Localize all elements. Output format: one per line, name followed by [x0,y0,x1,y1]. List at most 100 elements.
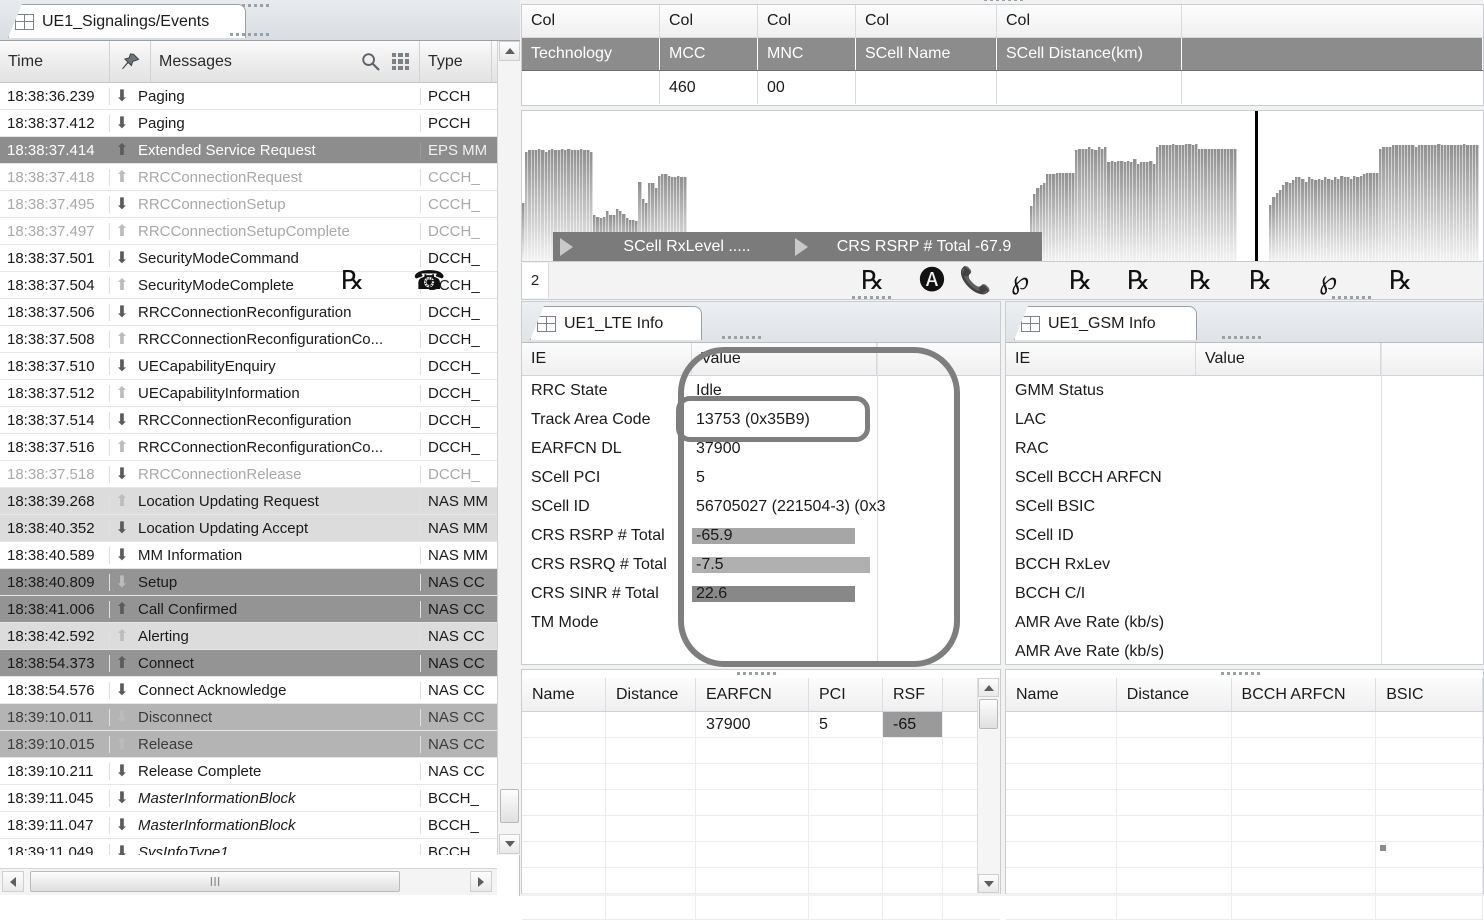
table-row[interactable]: 37900 5 -65 [522,712,1000,738]
column-header[interactable]: EARFCN [696,678,809,711]
table-row[interactable]: 18:38:37.512 ⬆ UECapabilityInformation DCCH… [0,380,500,407]
table-row[interactable]: 18:39:11.049 ⬇ SysInfoType1 BCCH_ [0,839,500,855]
signal-bar-chart[interactable]: SCell RxLevel ..... CRS RSRP # Total -67… [521,110,1484,262]
table-row[interactable]: 18:38:42.592 ⬆ Alerting NAS CC [0,623,500,650]
rrc-event-icon[interactable]: ℞ [341,265,364,297]
info-row[interactable]: CRS RSRP # Total -65.9 [522,521,1000,550]
search-icon[interactable] [361,52,380,71]
table-row[interactable]: 18:38:37.506 ⬇ RRCConnectionReconfiguratio… [0,299,500,326]
table-row[interactable]: 18:38:54.576 ⬇ Connect Acknowledge NAS CC [0,677,500,704]
table-row[interactable]: 18:38:37.418 ⬆ RRCConnectionRequest CCCH_ [0,164,500,191]
table-row[interactable]: 18:38:37.412 ⬇ Paging PCCH [0,110,500,137]
call-end-icon[interactable]: ☎ [413,265,445,297]
column-header[interactable]: RSF [883,678,943,711]
table-row[interactable]: 18:38:37.514 ⬇ RRCConnectionReconfiguratio… [0,407,500,434]
message-list[interactable]: 18:38:36.239 ⬇ Paging PCCH 18:38:37.412 ⬇ Pagi… [0,83,500,855]
info-row[interactable]: BCCH RxLev [1006,550,1483,579]
lte-neigh-splitter-grip[interactable] [737,670,795,677]
phone-call-icon[interactable]: ℘ [1319,265,1337,297]
info-row[interactable]: AMR Ave Rate (kb/s) [1006,608,1483,637]
chart-annotation-crs-rsrp[interactable]: CRS RSRP # Total -67.9 [788,232,1042,261]
info-row[interactable]: AMR Ave Rate (kb/s) [1006,637,1483,666]
table-row[interactable]: 18:38:37.510 ⬇ UECapabilityEnquiry DCCH_ [0,353,500,380]
info-row[interactable]: SCell PCI 5 [522,463,1000,492]
iconstrip-splitter-grip-right[interactable] [1332,294,1390,301]
table-row[interactable]: 18:38:36.239 ⬇ Paging PCCH [0,83,500,110]
table-row[interactable]: 18:38:41.006 ⬆ Call Confirmed NAS CC [0,596,500,623]
table-row[interactable]: 18:38:37.508 ⬆ RRCConnectionReconfiguratio… [0,326,500,353]
column-header-value[interactable]: Value [1196,343,1381,375]
pin-icon[interactable] [110,41,150,82]
column-header-ie[interactable]: IE [522,343,692,375]
info-row[interactable]: SCell ID 56705027 (221504-3) (0x3 [522,492,1000,521]
table-row-empty[interactable] [522,868,1000,894]
vscroll-thumb[interactable] [979,699,998,729]
column-header[interactable]: PCI [809,678,883,711]
attach-event-icon[interactable]: 🅐 [919,265,945,297]
column-header-time[interactable]: Time [0,41,110,82]
message-list-vscrollbar[interactable] [497,41,521,855]
table-row-empty[interactable] [1006,816,1483,842]
rrc-event-icon[interactable]: ℞ [1249,265,1272,297]
info-row[interactable]: GMM Status [1006,376,1483,405]
info-row[interactable]: SCell ID [1006,521,1483,550]
table-row-empty[interactable] [522,790,1000,816]
chart-cursor-line[interactable] [1255,111,1258,261]
tab-ue1-lte-info[interactable]: UE1_LTE Info [530,306,702,340]
info-row[interactable]: CRS RSRQ # Total -7.5 [522,550,1000,579]
scroll-left-button[interactable] [2,871,24,892]
splitter-grip-bottom[interactable] [230,31,288,38]
rrc-event-icon[interactable]: ℞ [1069,265,1092,297]
iconstrip-splitter-grip-left[interactable] [852,294,910,301]
column-header-ie[interactable]: IE [1006,343,1196,375]
table-row[interactable]: 18:38:37.497 ⬆ RRCConnectionSetupComplete D… [0,218,500,245]
column-header[interactable]: Distance [606,678,696,711]
scroll-down-button[interactable] [978,874,999,893]
info-row[interactable]: RRC State Idle [522,376,1000,405]
table-row[interactable]: 18:38:39.268 ⬆ Location Updating Request NA… [0,488,500,515]
table-row-empty[interactable] [1006,712,1483,738]
table-row[interactable]: 18:39:11.047 ⬇ MasterInformationBlock BCCH_ [0,812,500,839]
gsm-neigh-splitter-grip[interactable] [1221,670,1279,677]
app-grid-icon[interactable] [392,53,409,70]
column-header[interactable]: Distance [1117,678,1232,711]
table-row[interactable]: 18:38:37.518 ⬇ RRCConnectionRelease DCCH_ [0,461,500,488]
column-header[interactable]: BCCH ARFCN [1232,678,1377,711]
info-row[interactable]: Track Area Code 13753 (0x35B9) [522,405,1000,434]
info-row[interactable]: LAC [1006,405,1483,434]
tab-ue1-gsm-info[interactable]: UE1_GSM Info [1014,306,1197,340]
table-row-empty[interactable] [522,842,1000,868]
info-row[interactable]: CRS SINR # Total 22.6 [522,579,1000,608]
table-row[interactable]: 18:39:10.015 ⬆ Release NAS CC [0,731,500,758]
table-row[interactable]: 18:38:37.495 ⬇ RRCConnectionSetup CCCH_ [0,191,500,218]
table-row-empty[interactable] [1006,842,1483,868]
column-header[interactable]: Name [1006,678,1117,711]
info-row[interactable]: EARFCN DL 37900 [522,434,1000,463]
info-row[interactable]: BCCH C/I [1006,579,1483,608]
info-row[interactable]: TM Mode [522,608,1000,637]
call-event-icon[interactable]: 📞 [959,265,991,297]
info-row[interactable]: SCell BSIC [1006,492,1483,521]
table-row-empty[interactable] [1006,738,1483,764]
gsm-splitter-grip[interactable] [1222,334,1280,341]
scroll-right-button[interactable] [470,871,492,892]
rrc-call-event-icon[interactable]: ℞ [1189,265,1212,297]
scroll-down-button[interactable] [499,834,520,854]
table-row[interactable]: 18:39:10.211 ⬇ Release Complete NAS CC [0,758,500,785]
tab-ue1-signalings-events[interactable]: UE1_Signalings/Events [8,4,246,38]
lte-splitter-grip[interactable] [722,334,780,341]
table-row-empty[interactable] [1006,894,1483,920]
rrc-event-icon[interactable]: ℞ [1127,265,1150,297]
table-row[interactable]: 18:39:11.045 ⬇ MasterInformationBlock BCCH_ [0,785,500,812]
info-row[interactable]: SCell BCCH ARFCN [1006,463,1483,492]
table-row-empty[interactable] [522,816,1000,842]
info-row[interactable]: RAC [1006,434,1483,463]
table-row[interactable]: 18:38:40.589 ⬇ MM Information NAS MM [0,542,500,569]
phone-call-icon[interactable]: ℘ [1011,265,1029,297]
scroll-up-button[interactable] [978,678,999,697]
column-header[interactable]: Name [522,678,606,711]
table-row-empty[interactable] [522,764,1000,790]
lte-neighbor-vscrollbar[interactable] [977,678,1000,893]
table-row[interactable]: 18:39:10.011 ⬇ Disconnect NAS CC [0,704,500,731]
table-row[interactable]: 18:38:37.516 ⬆ RRCConnectionReconfiguratio… [0,434,500,461]
